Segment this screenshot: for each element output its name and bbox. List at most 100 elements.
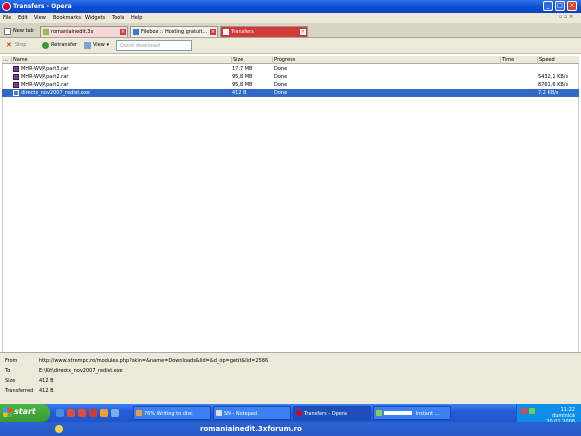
to-label: To [5, 368, 11, 374]
transfer-details: From http://www.xtrempc.ro/modules.php?s… [0, 352, 581, 404]
system-tray: 11:22 duminică 20.01.2008 [516, 404, 581, 425]
retransfer-icon [42, 42, 49, 49]
opera-icon [2, 2, 11, 11]
view-label: View [93, 42, 105, 48]
table-row[interactable]: MHR-WVP.part1.rar 95,8 MB Done 8761,6 KB… [2, 81, 579, 89]
tab-bar: New tab romaniainedit.3x × Filebox :: Ho… [0, 23, 581, 38]
transferred-label: Transferred [5, 388, 34, 394]
site-icon [43, 29, 49, 35]
maximize-button[interactable]: □ [555, 1, 565, 11]
transferred-value: 412 B [39, 388, 54, 394]
from-label: From [5, 358, 18, 364]
quick-download-input[interactable]: Quick download [116, 40, 192, 51]
size-label: Size [5, 378, 16, 384]
close-tab-icon[interactable]: × [210, 29, 216, 35]
task-instant[interactable]: Instant ... [373, 406, 451, 420]
to-value[interactable]: E:\Kit\directx_nov2007_redist.exe [39, 368, 123, 374]
new-tab-label: New tab [13, 28, 34, 34]
view-button[interactable]: View ▾ [84, 42, 109, 49]
filebox-icon [133, 29, 139, 35]
column-time[interactable]: Time [500, 57, 514, 64]
menu-help[interactable]: Help [131, 15, 142, 21]
opera-icon [296, 410, 302, 416]
row-progress: Done [274, 82, 288, 88]
start-button[interactable]: start [0, 404, 50, 422]
column-size[interactable]: Size [231, 57, 243, 64]
start-label: start [14, 407, 36, 416]
task-notepad[interactable]: SN - Notepad [213, 406, 291, 420]
quicklaunch-icon[interactable] [78, 409, 86, 417]
transfers-list-header: … Name Size Progress Time Speed [2, 56, 579, 64]
tab-romaniainedit[interactable]: romaniainedit.3x × [40, 26, 128, 37]
title-bar: Transfers - Opera _ □ × [0, 0, 581, 13]
row-progress: Done [274, 90, 288, 96]
transfers-list [2, 64, 579, 352]
transfers-icon [223, 29, 229, 35]
redacted-name [384, 411, 412, 415]
windows-logo-icon [3, 408, 12, 417]
task-opera[interactable]: Transfers - Opera [293, 406, 371, 420]
quicklaunch-icon[interactable] [89, 409, 97, 417]
exe-file-icon [13, 90, 19, 96]
rar-file-icon [13, 82, 19, 88]
row-name: MHR-WVP.part1.rar [21, 82, 69, 88]
new-tab-button[interactable]: New tab [2, 26, 34, 37]
close-tab-icon[interactable]: × [300, 29, 306, 35]
menu-view[interactable]: View [34, 15, 46, 21]
menu-bookmarks[interactable]: Bookmarks [53, 15, 81, 21]
row-name: MHR-WVP.part2.rar [21, 74, 69, 80]
retransfer-button[interactable]: Retransfer [42, 42, 78, 49]
menu-window-controls[interactable]: ▫ ▫ ✕ [559, 14, 577, 22]
column-progress[interactable]: Progress [272, 57, 295, 64]
menu-bar: File Edit View Bookmarks Widgets Tools H… [0, 13, 581, 23]
desktop-icon[interactable] [56, 409, 64, 417]
table-row[interactable]: MHR-WVP.part3.rar 17,7 MB Done [2, 65, 579, 73]
notepad-icon [216, 410, 222, 416]
table-row[interactable]: MHR-WVP.part2.rar 95,8 MB Done 5432,1 KB… [2, 73, 579, 81]
tray-icon[interactable] [521, 408, 527, 414]
close-button[interactable]: × [567, 1, 577, 11]
menu-tools[interactable]: Tools [112, 15, 124, 21]
rar-file-icon [13, 74, 19, 80]
disc-icon [136, 410, 142, 416]
task-label: 76% Writing to disc [144, 411, 193, 417]
row-size: 95,8 MB [232, 82, 253, 88]
task-label: Transfers - Opera [304, 411, 347, 417]
task-label: Instant ... [415, 411, 440, 417]
quicklaunch-icon[interactable] [111, 409, 119, 417]
messenger-icon [376, 410, 382, 416]
row-speed: 7,2 KB/s [538, 90, 559, 96]
row-name: MHR-WVP.part3.rar [21, 66, 69, 72]
row-progress: Done [274, 66, 288, 72]
watermark: romaniainedit.3xforum.ro [200, 425, 302, 433]
task-writing-disc[interactable]: 76% Writing to disc [133, 406, 211, 420]
tab-transfers[interactable]: Transfers × [220, 26, 308, 37]
menu-edit[interactable]: Edit [18, 15, 28, 21]
column-expand[interactable]: … [2, 57, 8, 64]
opera-quicklaunch-icon[interactable] [67, 409, 75, 417]
retransfer-label: Retransfer [51, 42, 78, 48]
stop-label: Stop [15, 42, 27, 48]
row-size: 95,8 MB [232, 74, 253, 80]
tab-label: Filebox :: Hosting gratuit... [141, 29, 208, 35]
tab-label: Transfers [231, 29, 254, 35]
menu-widgets[interactable]: Widgets [85, 15, 105, 21]
tray-icons-row [515, 424, 565, 434]
menu-file[interactable]: File [3, 15, 11, 21]
taskbar: start 76% Writing to disc SN - Notepad T… [0, 404, 581, 425]
new-tab-icon [4, 28, 11, 35]
from-value[interactable]: http://www.xtrempc.ro/modules.php?skin=&… [39, 358, 268, 364]
tab-filebox[interactable]: Filebox :: Hosting gratuit... × [130, 26, 218, 37]
size-value: 412 B [39, 378, 54, 384]
window-title: Transfers - Opera [13, 3, 72, 10]
column-name[interactable]: Name [11, 57, 28, 64]
task-label: SN - Notepad [224, 411, 258, 417]
row-speed: 5432,1 KB/s [538, 74, 569, 80]
column-speed[interactable]: Speed [537, 57, 555, 64]
quicklaunch-icon[interactable] [100, 409, 108, 417]
tray-icon[interactable] [529, 408, 535, 414]
table-row-selected[interactable]: directx_nov2007_redist.exe 412 B Done 7,… [2, 89, 579, 97]
minimize-button[interactable]: _ [543, 1, 553, 11]
stop-button[interactable]: ✕ Stop [6, 42, 27, 49]
close-tab-icon[interactable]: × [120, 29, 126, 35]
